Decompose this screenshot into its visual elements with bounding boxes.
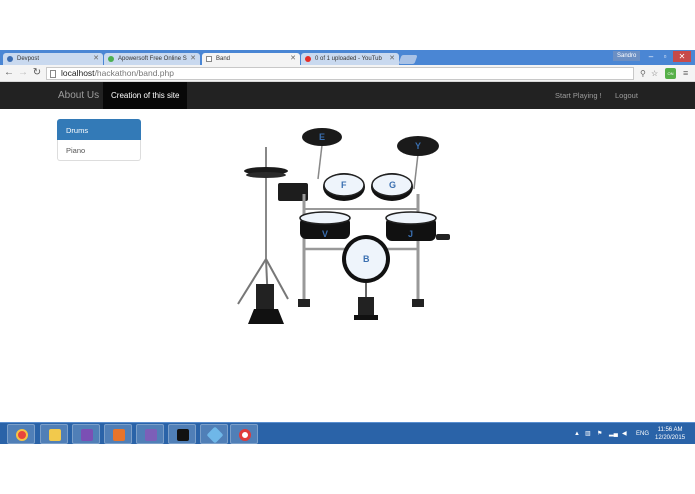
profile-button[interactable]: Sandro [613, 51, 641, 61]
minimize-icon[interactable]: – [644, 51, 658, 62]
vs-glyph [81, 429, 93, 441]
cmd-glyph [177, 429, 189, 441]
pad-letter: J [408, 229, 413, 239]
extension-label: ON [667, 71, 674, 76]
navbar-brand[interactable]: About Us [58, 82, 99, 109]
tray-volume-icon[interactable]: ◀ [622, 423, 627, 445]
xampp-glyph [113, 429, 125, 441]
folder-glyph [49, 429, 61, 441]
list-item-piano[interactable]: Piano [57, 140, 141, 161]
clock-time: 11:56 AM [657, 427, 683, 433]
page-bottom-margin [0, 444, 695, 494]
devpost-favicon-icon [7, 56, 13, 62]
chrome-glyph [16, 429, 28, 441]
forward-arrow-icon[interactable]: → [16, 66, 30, 80]
picasa-glyph [206, 426, 224, 444]
drum-kit-image[interactable]: E Y F G V J B [218, 119, 458, 324]
tab-close-icon[interactable]: ✕ [290, 53, 296, 65]
tab-label: Apowersoft Free Online S [118, 56, 187, 62]
page-icon [50, 70, 56, 78]
chrome-icon[interactable] [7, 424, 35, 444]
page-favicon-icon [206, 56, 212, 62]
tray-up-arrow-icon[interactable]: ▲ [574, 423, 580, 445]
tray-clock[interactable]: 11:56 AM 12/20/2015 [655, 426, 685, 442]
maximize-icon[interactable]: ▫ [658, 51, 672, 62]
instrument-list: Drums Piano [57, 119, 141, 161]
nav-creation-of-site[interactable]: Creation of this site [103, 82, 188, 109]
extension-key-icon[interactable]: ⚲ [640, 67, 646, 80]
pad-letter: F [341, 180, 347, 190]
tab-close-icon[interactable]: ✕ [93, 53, 99, 65]
browser-toolbar: ← → ↻ localhost/hackathon/band.php ⚲ ☆ O… [0, 65, 695, 82]
pad-letter: G [389, 180, 396, 190]
windows-taskbar: ▲ ▥ ⚑ ▂▄ ◀ ENG 11:56 AM 12/20/2015 [0, 422, 695, 444]
pad-letter: V [322, 229, 328, 239]
recorder-icon[interactable] [230, 424, 258, 444]
url-host: localhost [61, 68, 95, 78]
screen: Devpost ✕ Apowersoft Free Online S ✕ Ban… [0, 0, 695, 494]
address-bar[interactable]: localhost/hackathon/band.php [46, 67, 634, 80]
pad-letter: B [363, 254, 370, 264]
extension-on-icon[interactable]: ON [665, 68, 676, 79]
tray-flag-icon[interactable]: ⚑ [597, 423, 602, 445]
menu-icon[interactable]: ≡ [683, 67, 688, 80]
tab-close-icon[interactable]: ✕ [190, 53, 196, 65]
pad-letter: Y [415, 141, 421, 151]
tab-youtube[interactable]: 0 of 1 uploaded - YouTub ✕ [301, 53, 399, 65]
xampp-icon[interactable] [104, 424, 132, 444]
php-glyph [145, 429, 157, 441]
tab-label: 0 of 1 uploaded - YouTub [315, 56, 382, 62]
reload-icon[interactable]: ↻ [30, 66, 44, 80]
youtube-favicon-icon [305, 56, 311, 62]
back-arrow-icon[interactable]: ← [2, 66, 16, 80]
url-path: /hackathon/band.php [94, 68, 174, 78]
nav-logout[interactable]: Logout [615, 82, 638, 109]
record-glyph [239, 429, 251, 441]
apowersoft-favicon-icon [108, 56, 114, 62]
tab-devpost[interactable]: Devpost ✕ [3, 53, 103, 65]
browser-tabstrip: Devpost ✕ Apowersoft Free Online S ✕ Ban… [0, 50, 695, 65]
tab-label: Devpost [17, 56, 40, 62]
command-prompt-icon[interactable] [168, 424, 196, 444]
visual-studio-icon[interactable] [72, 424, 100, 444]
tab-close-icon[interactable]: ✕ [389, 53, 395, 65]
close-window-icon[interactable]: ✕ [673, 51, 691, 62]
tab-band[interactable]: Band ✕ [202, 53, 300, 65]
new-tab-button[interactable] [398, 55, 418, 64]
list-item-drums[interactable]: Drums [57, 119, 141, 140]
clock-date: 12/20/2015 [655, 435, 686, 441]
tab-label: Band [216, 56, 231, 62]
picasa-icon[interactable] [200, 424, 228, 444]
pad-letter: E [319, 132, 325, 142]
php-storm-icon[interactable] [136, 424, 164, 444]
tray-network-icon[interactable]: ▥ [585, 423, 591, 445]
drum-kit-svg: E Y F G V J B [237, 128, 450, 324]
tray-signal-icon[interactable]: ▂▄ [609, 423, 618, 445]
file-explorer-icon[interactable] [40, 424, 68, 444]
nav-start-playing[interactable]: Start Playing ! [555, 82, 602, 109]
site-navbar: About Us Creation of this site Start Pla… [0, 82, 695, 109]
bookmark-star-icon[interactable]: ☆ [651, 67, 658, 80]
tray-language[interactable]: ENG [636, 423, 649, 445]
tab-apowersoft[interactable]: Apowersoft Free Online S ✕ [104, 53, 200, 65]
